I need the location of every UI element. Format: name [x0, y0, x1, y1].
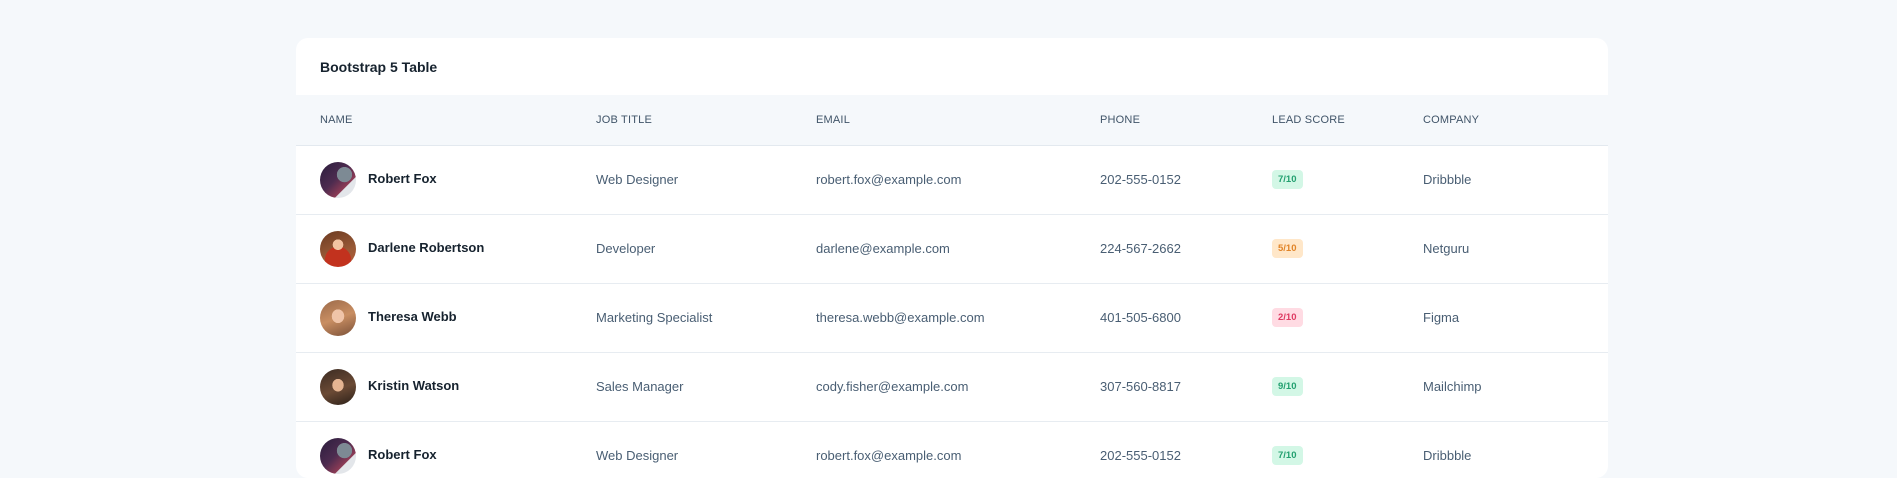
table-row[interactable]: Theresa Webb Marketing Specialist theres… — [296, 283, 1608, 353]
header-row: NAME JOB TITLE EMAIL PHONE LEAD SCORE CO… — [296, 95, 1608, 146]
phone-cell: 401-505-6800 — [1100, 283, 1272, 353]
lead-score-badge: 7/10 — [1272, 445, 1303, 466]
lead-score-cell: 2/10 — [1272, 283, 1423, 353]
name-cell: Robert Fox — [296, 421, 596, 478]
person-name: Robert Fox — [368, 170, 437, 186]
company-cell: Figma — [1423, 283, 1608, 353]
table-row[interactable]: Robert Fox Web Designer robert.fox@examp… — [296, 145, 1608, 215]
lead-score-cell: 7/10 — [1272, 145, 1423, 215]
person-name: Kristin Watson — [368, 377, 460, 393]
name-cell: Robert Fox — [296, 145, 596, 215]
avatar — [320, 161, 356, 198]
company-cell: Mailchimp — [1423, 352, 1608, 422]
phone-cell: 202-555-0152 — [1100, 421, 1272, 478]
column-header-lead-score: LEAD SCORE — [1272, 95, 1423, 146]
card-header: Bootstrap 5 Table — [296, 38, 1608, 95]
email-cell: robert.fox@example.com — [816, 145, 1100, 215]
email-cell: darlene@example.com — [816, 214, 1100, 284]
phone-cell: 202-555-0152 — [1100, 145, 1272, 215]
lead-score-cell: 5/10 — [1272, 214, 1423, 284]
avatar — [320, 437, 356, 474]
table-header: NAME JOB TITLE EMAIL PHONE LEAD SCORE CO… — [296, 95, 1608, 146]
job-title-cell: Web Designer — [596, 421, 816, 478]
lead-score-badge: 5/10 — [1272, 238, 1303, 259]
table-body: Robert Fox Web Designer robert.fox@examp… — [296, 145, 1608, 478]
lead-score-cell: 9/10 — [1272, 352, 1423, 422]
lead-score-badge: 7/10 — [1272, 169, 1303, 190]
lead-score-badge: 2/10 — [1272, 307, 1303, 328]
avatar — [320, 368, 356, 405]
name-cell: Theresa Webb — [296, 283, 596, 353]
table-card: Bootstrap 5 Table NAME JOB TITLE EMAIL P… — [296, 38, 1608, 478]
lead-score-cell: 7/10 — [1272, 421, 1423, 478]
data-table: NAME JOB TITLE EMAIL PHONE LEAD SCORE CO… — [296, 95, 1608, 478]
name-cell: Kristin Watson — [296, 352, 596, 422]
email-cell: robert.fox@example.com — [816, 421, 1100, 478]
job-title-cell: Web Designer — [596, 145, 816, 215]
person-name: Robert Fox — [368, 446, 437, 462]
company-cell: Netguru — [1423, 214, 1608, 284]
company-cell: Dribbble — [1423, 145, 1608, 215]
phone-cell: 307-560-8817 — [1100, 352, 1272, 422]
column-header-email: EMAIL — [816, 95, 1100, 146]
table-row[interactable]: Kristin Watson Sales Manager cody.fisher… — [296, 352, 1608, 422]
person-name: Darlene Robertson — [368, 239, 485, 255]
card-title: Bootstrap 5 Table — [320, 58, 438, 75]
company-cell: Dribbble — [1423, 421, 1608, 478]
lead-score-badge: 9/10 — [1272, 376, 1303, 397]
email-cell: cody.fisher@example.com — [816, 352, 1100, 422]
job-title-cell: Marketing Specialist — [596, 283, 816, 353]
table-row[interactable]: Darlene Robertson Developer darlene@exam… — [296, 214, 1608, 284]
job-title-cell: Sales Manager — [596, 352, 816, 422]
job-title-cell: Developer — [596, 214, 816, 284]
column-header-name: NAME — [296, 95, 596, 146]
table-row[interactable]: Robert Fox Web Designer robert.fox@examp… — [296, 421, 1608, 478]
phone-cell: 224-567-2662 — [1100, 214, 1272, 284]
email-cell: theresa.webb@example.com — [816, 283, 1100, 353]
name-cell: Darlene Robertson — [296, 214, 596, 284]
column-header-phone: PHONE — [1100, 95, 1272, 146]
column-header-job-title: JOB TITLE — [596, 95, 816, 146]
avatar — [320, 299, 356, 336]
person-name: Theresa Webb — [368, 308, 457, 324]
avatar — [320, 230, 356, 267]
column-header-company: COMPANY — [1423, 95, 1608, 146]
